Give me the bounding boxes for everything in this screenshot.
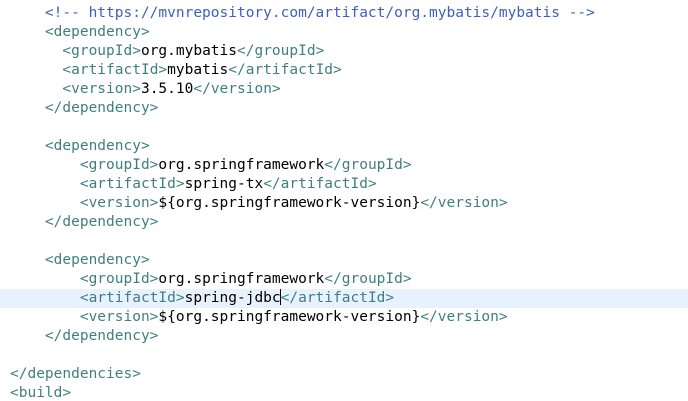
code-line[interactable]: </dependency> (0, 213, 688, 232)
code-editor[interactable]: <!-- https://mvnrepository.com/artifact/… (0, 0, 688, 401)
xml-tag: <artifactId> (62, 62, 168, 78)
xml-tag: <groupId> (79, 157, 159, 173)
xml-tag: </groupId> (237, 43, 325, 59)
xml-tag: </version> (420, 195, 508, 211)
code-line[interactable]: </dependency> (0, 99, 688, 118)
code-line[interactable]: <groupId>org.mybatis</groupId> (0, 42, 688, 61)
xml-text: org.springframework (158, 157, 325, 173)
xml-tag: </artifactId> (280, 290, 395, 306)
xml-tag: <version> (79, 309, 159, 325)
code-line-current[interactable]: <artifactId>spring-jdbc</artifactId> (0, 289, 688, 308)
code-line[interactable]: <build> (0, 384, 688, 401)
xml-tag: </version> (420, 309, 508, 325)
xml-tag: </dependency> (44, 100, 159, 116)
xml-tag: <version> (62, 81, 141, 97)
code-line[interactable]: <version>${org.springframework-version}<… (0, 308, 688, 327)
xml-text: spring-tx (184, 176, 264, 192)
xml-tag: <dependency> (44, 138, 150, 154)
code-line[interactable]: <version>${org.springframework-version}<… (0, 194, 688, 213)
xml-text: org.springframework (158, 271, 325, 287)
xml-text: 3.5.10 (140, 81, 194, 97)
code-line[interactable] (0, 232, 688, 251)
xml-tag: </dependencies> (10, 366, 141, 382)
xml-tag: <artifactId> (79, 176, 185, 192)
xml-text: mybatis (167, 62, 229, 78)
code-line[interactable]: <artifactId>spring-tx</artifactId> (0, 175, 688, 194)
code-line[interactable] (0, 346, 688, 365)
code-line[interactable]: <dependency> (0, 23, 688, 42)
xml-tag: </artifactId> (263, 176, 377, 192)
xml-tag: </version> (193, 81, 281, 97)
xml-tag: <build> (10, 385, 72, 401)
xml-tag: </dependency> (44, 328, 159, 344)
xml-tag: </artifactId> (228, 62, 342, 78)
xml-tag: <version> (79, 195, 159, 211)
xml-text: ${org.springframework-version} (158, 309, 421, 325)
code-line[interactable]: <groupId>org.springframework</groupId> (0, 270, 688, 289)
code-line[interactable]: <version>3.5.10</version> (0, 80, 688, 99)
xml-tag: </groupId> (324, 271, 412, 287)
xml-text: org.mybatis (140, 43, 237, 59)
code-line[interactable]: <dependency> (0, 137, 688, 156)
code-line[interactable] (0, 118, 688, 137)
xml-text: spring-jdbc (184, 290, 281, 306)
xml-tag: <dependency> (44, 24, 150, 40)
xml-tag: <groupId> (79, 271, 159, 287)
xml-tag: </dependency> (44, 214, 159, 230)
xml-tag: <artifactId> (79, 290, 185, 306)
xml-tag: </groupId> (324, 157, 412, 173)
xml-tag: <dependency> (44, 252, 150, 268)
code-line[interactable]: </dependencies> (0, 365, 688, 384)
xml-tag: <groupId> (62, 43, 141, 59)
code-line[interactable]: <!-- https://mvnrepository.com/artifact/… (0, 4, 688, 23)
code-line[interactable]: <dependency> (0, 251, 688, 270)
xml-text: ${org.springframework-version} (158, 195, 421, 211)
code-line[interactable]: <artifactId>mybatis</artifactId> (0, 61, 688, 80)
code-line[interactable]: </dependency> (0, 327, 688, 346)
xml-comment: <!-- https://mvnrepository.com/artifact/… (44, 5, 595, 21)
code-line[interactable]: <groupId>org.springframework</groupId> (0, 156, 688, 175)
